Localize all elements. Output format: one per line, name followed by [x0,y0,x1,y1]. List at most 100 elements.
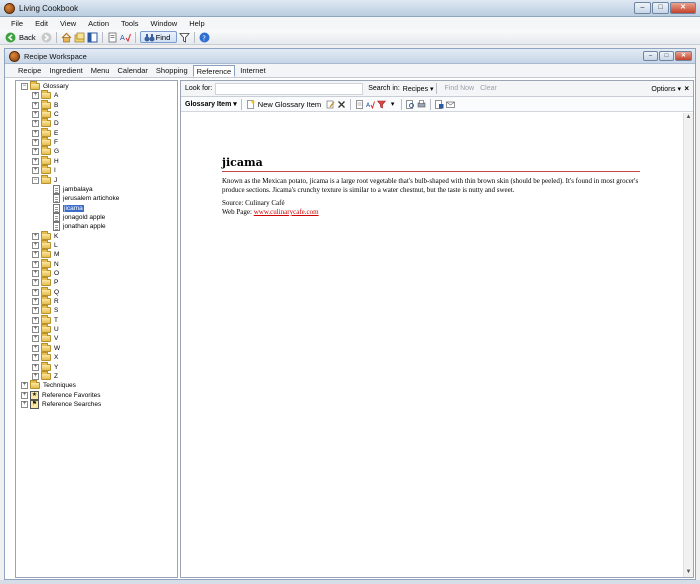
document-icon [53,184,60,194]
tree-item-label: K [54,232,59,240]
expand-icon[interactable]: + [32,363,39,371]
menu-window[interactable]: Window [145,19,184,28]
menu-action[interactable]: Action [82,19,115,28]
find-now-button[interactable]: Find Now [445,85,475,92]
expand-icon[interactable]: + [32,260,39,268]
tree-item-label: P [54,279,59,287]
workspace-restore-button[interactable]: □ [659,51,674,61]
menu-view[interactable]: View [54,19,82,28]
find-button[interactable]: Find [139,31,178,43]
scroll-up-icon[interactable]: ▲ [684,113,693,122]
print-preview-small-icon[interactable] [355,99,364,109]
expand-icon[interactable]: + [32,335,39,343]
new-glossary-item-button[interactable]: New Glossary Item [258,100,321,109]
expand-icon[interactable]: + [21,382,28,390]
folder-icon [41,361,51,371]
expand-icon[interactable]: + [32,298,39,306]
close-button[interactable]: ✕ [670,2,696,14]
expand-icon[interactable]: + [32,288,39,296]
expand-icon[interactable]: + [32,111,39,119]
tab-calendar[interactable]: Calendar [114,65,150,77]
folder-icon [41,324,51,334]
tree-item-techniques[interactable]: + Techniques [21,380,76,390]
filter-small-icon[interactable] [377,100,387,109]
find-label: Find [155,32,171,42]
preview-icon[interactable] [406,99,415,109]
clear-button[interactable]: Clear [480,85,497,92]
expand-icon[interactable]: + [32,270,39,277]
expand-icon[interactable]: + [32,232,39,240]
tab-shopping[interactable]: Shopping [153,65,191,77]
tree-item-reference-favorites[interactable]: + ★ Reference Favorites [21,390,101,400]
tab-ingredient[interactable]: Ingredient [46,65,85,77]
spell-check-small-icon[interactable]: A [366,100,376,109]
email-icon[interactable] [446,100,455,109]
minimize-button[interactable]: – [634,2,651,14]
scroll-down-icon[interactable]: ▼ [684,568,693,577]
menu-edit[interactable]: Edit [29,19,54,28]
back-button[interactable]: Back [19,33,36,42]
menu-help[interactable]: Help [183,19,210,28]
tree-item-letter-open[interactable]: − J [32,174,57,185]
help-icon[interactable]: ? [199,32,210,43]
entry-webpage-link[interactable]: www.culinarycafe.com [254,208,319,216]
delete-icon[interactable] [337,100,346,109]
tab-menu[interactable]: Menu [88,65,113,77]
spell-check-icon[interactable]: A [120,32,131,43]
workspace-minimize-button[interactable]: – [643,51,658,61]
content-scrollbar[interactable]: ▲ ▼ [683,113,693,577]
export-icon[interactable] [435,99,444,109]
expand-icon[interactable]: + [32,316,39,324]
home-icon[interactable] [61,32,72,43]
tree-item[interactable]: jonathan apple [53,222,106,232]
expand-icon[interactable]: + [32,241,39,249]
tree-item[interactable]: jambalaya [53,184,93,194]
expand-icon[interactable]: + [32,251,39,259]
menu-file[interactable]: File [5,19,29,28]
expand-icon[interactable]: + [32,344,39,352]
expand-icon[interactable]: + [32,120,39,128]
workspace-close-button[interactable]: ✕ [675,51,692,61]
expand-icon[interactable]: + [21,400,28,408]
tree-item-selected[interactable]: jicama [53,203,84,213]
menu-tools[interactable]: Tools [115,19,145,28]
collapse-icon[interactable]: − [21,83,28,90]
expand-icon[interactable]: + [32,157,39,165]
folders-icon[interactable] [74,32,85,43]
new-item-icon[interactable] [246,99,255,109]
tab-recipe[interactable]: Recipe [15,65,44,77]
expand-icon[interactable]: + [32,129,39,137]
tab-internet[interactable]: Internet [237,65,268,77]
tree-item-label: R [54,298,59,306]
glossary-item-menu[interactable]: Glossary Item ▾ [185,100,237,108]
look-for-input[interactable] [215,82,364,95]
tab-reference[interactable]: Reference [192,64,236,77]
search-in-dropdown[interactable]: Recipes ▾ [403,85,434,93]
print-icon[interactable] [417,99,426,109]
tree-item-reference-searches[interactable]: + ⚑ Reference Searches [21,399,101,409]
expand-icon[interactable]: + [32,326,39,334]
expand-icon[interactable]: + [32,167,39,175]
filter-icon[interactable] [179,32,191,43]
expand-icon[interactable]: + [32,148,39,156]
tree-item[interactable]: jerusalem artichoke [53,194,119,204]
options-dropdown[interactable]: Options ▾ [651,85,681,93]
expand-icon[interactable]: + [32,92,39,100]
edit-icon[interactable] [326,100,335,109]
maximize-button[interactable]: □ [652,2,669,14]
expand-icon[interactable]: + [21,391,28,399]
expand-icon[interactable]: + [32,354,39,362]
expand-icon[interactable]: + [32,101,39,109]
back-icon[interactable] [5,32,16,43]
tree-item[interactable]: jonagold apple [53,212,105,222]
forward-icon[interactable] [41,32,52,43]
expand-icon[interactable]: + [32,307,39,315]
expand-icon[interactable]: + [32,279,39,287]
expand-icon[interactable]: + [32,139,39,147]
pane-toggle-icon[interactable] [87,32,98,43]
print-preview-icon[interactable] [107,32,118,43]
expand-icon[interactable]: + [32,372,39,380]
close-search-icon[interactable]: × [684,84,689,93]
collapse-icon[interactable]: − [32,176,39,184]
filter-dropdown-icon[interactable]: ▾ [388,100,397,109]
